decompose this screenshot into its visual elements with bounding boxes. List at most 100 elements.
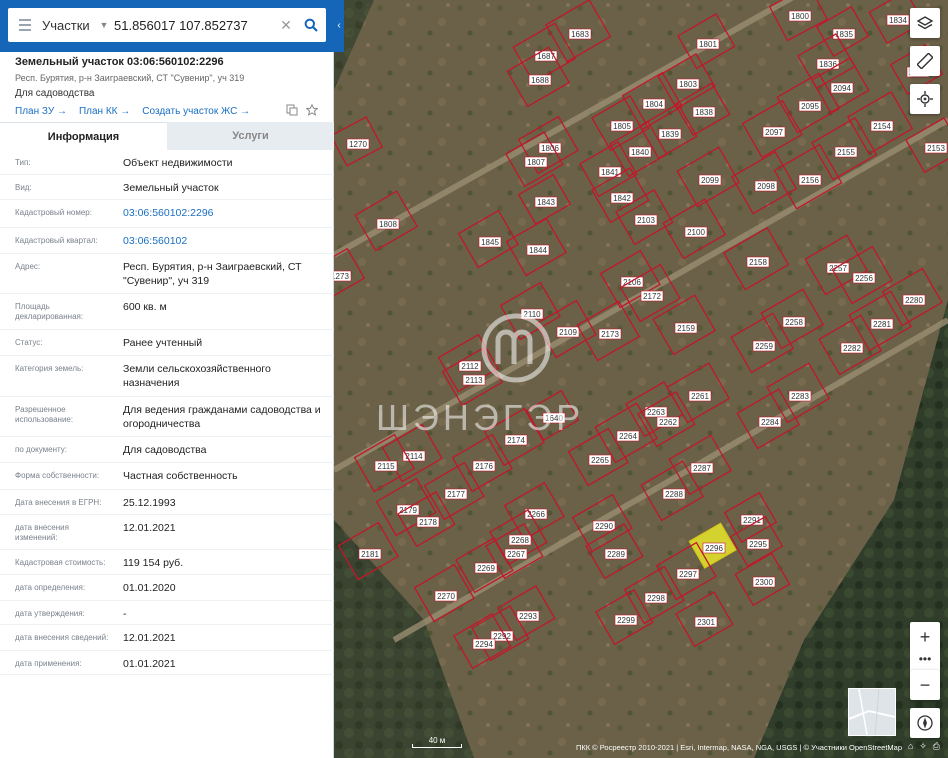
parcel-number-label: 2298	[647, 594, 665, 603]
measure-button[interactable]	[910, 46, 940, 76]
menu-icon[interactable]	[8, 8, 42, 42]
parcel-number-label: 2266	[527, 510, 545, 519]
panel-actions	[286, 104, 318, 116]
search-type-select[interactable]: Участки	[42, 18, 94, 33]
property-label: Тип:	[15, 158, 31, 167]
minimap-tile	[848, 688, 896, 736]
clear-icon[interactable]: ✕	[276, 17, 296, 34]
parcel-number-label: 1844	[529, 246, 547, 255]
parcel-number-label: 2295	[749, 540, 767, 549]
map-footer-icons: ⌂ ✧ ⎙	[908, 741, 940, 752]
parcel-number-label: 2094	[833, 84, 851, 93]
tab-info[interactable]: Информация	[0, 122, 167, 150]
property-row: Разрешенное использование: Для ведения гр…	[0, 397, 334, 437]
collapse-panel-button[interactable]: ‹	[334, 0, 344, 52]
property-row: Вид: Земельный участок	[0, 175, 334, 200]
watermark-text: ШЭНЭГЭР	[376, 397, 584, 438]
parcel-number-label: 2267	[507, 550, 525, 559]
parcel-number-label: 2106	[623, 278, 641, 287]
parcel-number-label: 2159	[677, 324, 695, 333]
copy-icon[interactable]	[286, 104, 298, 116]
layers-button[interactable]	[910, 8, 940, 38]
parcel-number-label: 2114	[405, 452, 423, 461]
property-value: Земли сельскохозяйственного назначения	[123, 363, 271, 389]
locate-button[interactable]	[910, 84, 940, 114]
tab-services[interactable]: Услуги	[167, 122, 334, 150]
property-label: Кадастровый квартал:	[15, 236, 98, 245]
parcel-number-label: 2293	[519, 612, 537, 621]
property-label: Форма собственности:	[15, 471, 100, 480]
parcel-number-label: 1840	[631, 148, 649, 157]
parcel-number-label: 2292	[493, 632, 511, 641]
search-box: Участки ▼ 51.856017 107.852737 ✕	[8, 8, 326, 42]
property-label: Статус:	[15, 338, 43, 347]
property-row: Кадастровая стоимость: 119 154 руб.	[0, 550, 334, 575]
property-label: дата определения:	[15, 583, 86, 592]
parcel-number-label: 2261	[691, 392, 709, 401]
parcel-number-label: 1838	[695, 108, 713, 117]
property-label: дата внесения изменений:	[15, 523, 69, 542]
parcel-number-label: 2264	[619, 432, 637, 441]
property-label: по документу:	[15, 445, 67, 454]
property-label: Дата внесения в ЕГРН:	[15, 498, 102, 507]
parcel-number-label: 1800	[791, 12, 809, 21]
compass-button[interactable]	[910, 708, 940, 738]
chevron-down-icon[interactable]: ▼	[94, 20, 114, 30]
property-value: Частная собственность	[123, 470, 238, 482]
search-bar: Участки ▼ 51.856017 107.852737 ✕	[0, 0, 344, 52]
property-value: Для садоводства	[123, 444, 207, 456]
property-row: Тип: Объект недвижимости	[0, 150, 334, 175]
parcel-number-label: 1842	[613, 194, 631, 203]
watermark-logo: ШЭНЭГЭР	[376, 313, 584, 438]
star-icon[interactable]	[306, 104, 318, 116]
parcel-number-label: 2259	[755, 342, 773, 351]
property-row: Дата внесения в ЕГРН: 25.12.1993	[0, 490, 334, 515]
property-value: Для ведения гражданами садоводства и ого…	[123, 404, 321, 430]
parcel-number-label: 2268	[511, 536, 529, 545]
property-value-link[interactable]: 03:06:560102:2296	[123, 206, 328, 220]
zoom-out-button[interactable]: −	[910, 670, 940, 700]
search-input[interactable]: 51.856017 107.852737	[114, 18, 276, 33]
parcel-number-label: 2294	[475, 640, 493, 649]
home-icon[interactable]: ⌂	[908, 741, 913, 752]
property-row: дата внесения изменений: 12.01.2021	[0, 515, 334, 550]
parcel-number-label: 1270	[349, 140, 367, 149]
parcel-number-label: 2290	[595, 522, 613, 531]
ruler-icon	[917, 53, 933, 69]
search-icon	[304, 18, 318, 32]
property-label: Разрешенное использование:	[15, 405, 74, 424]
plan-zu-link[interactable]: План ЗУ →	[15, 106, 67, 117]
property-row: по документу: Для садоводства	[0, 437, 334, 463]
parcel-number-label: 1807	[527, 158, 545, 167]
property-value: Объект недвижимости	[123, 157, 233, 169]
property-value: Земельный участок	[123, 182, 219, 194]
zoom-more-button[interactable]: •••	[910, 646, 940, 672]
parcel-number-label: 2099	[701, 176, 719, 185]
parcel-number-label: 2265	[591, 456, 609, 465]
tabs: Информация Услуги	[0, 122, 334, 150]
parcel-number-label: 2297	[679, 570, 697, 579]
parcel-number-label: 2098	[757, 182, 775, 191]
property-value-link[interactable]: 03:06:560102	[123, 234, 328, 248]
north-icon[interactable]: ✧	[919, 741, 927, 752]
parcel-number-label: 2263	[647, 408, 665, 417]
property-row: Кадастровый номер: 03:06:560102:2296	[0, 200, 334, 228]
property-label: Категория земель:	[15, 364, 84, 373]
parcel-number-label: 1806	[541, 144, 559, 153]
property-value: 01.01.2020	[123, 582, 176, 594]
parcel-number-label: 1688	[531, 76, 549, 85]
minimap[interactable]	[848, 688, 896, 736]
parcel-number-label: 2256	[855, 274, 873, 283]
parcel-number-label: 1808	[379, 220, 397, 229]
parcel-number-label: 2103	[637, 216, 655, 225]
parcel-number-label: 1801	[699, 40, 717, 49]
map-view[interactable]: 1800183418351683168716881801183620932094…	[334, 0, 948, 758]
property-value: 12.01.2021	[123, 522, 176, 534]
plan-kk-link[interactable]: План КК →	[79, 106, 130, 117]
property-value: 119 154 руб.	[123, 557, 184, 569]
parcel-number-label: 1805	[613, 122, 631, 131]
create-parcel-link[interactable]: Создать участок ЖС →	[142, 106, 250, 117]
parcel-number-label: 1834	[889, 16, 907, 25]
search-button[interactable]	[296, 8, 326, 42]
print-icon[interactable]: ⎙	[933, 741, 940, 752]
